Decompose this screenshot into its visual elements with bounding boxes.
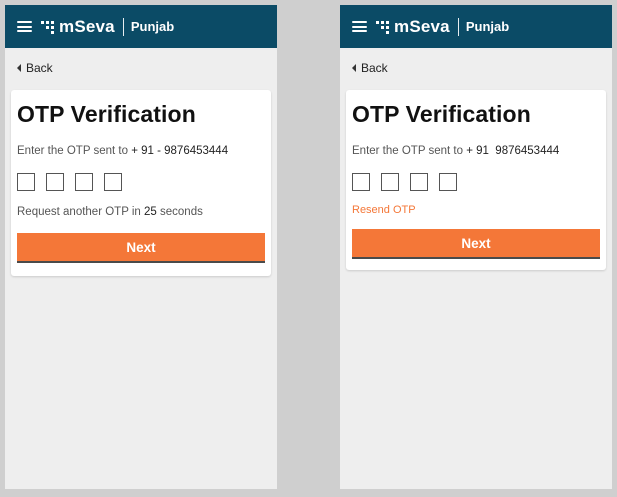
otp-sent-text: Enter the OTP sent to + 91 9876453444 — [352, 145, 559, 157]
otp-card: OTP Verification Enter the OTP sent to +… — [346, 90, 606, 270]
otp-digit-1[interactable] — [352, 173, 370, 191]
otp-input-group — [352, 173, 468, 191]
brand-name: mSeva — [59, 16, 115, 36]
countdown-seconds: 25 — [144, 206, 157, 218]
page-title: OTP Verification — [17, 101, 196, 127]
back-label: Back — [26, 61, 53, 75]
countdown-suffix: seconds — [160, 206, 203, 218]
phone-screen-resend: mSeva Punjab Back OTP Verification Enter… — [340, 5, 612, 489]
header-divider — [122, 17, 124, 36]
otp-digit-2[interactable] — [46, 173, 64, 191]
otp-digit-4[interactable] — [104, 173, 122, 191]
menu-icon[interactable] — [17, 21, 32, 32]
back-caret-icon — [352, 64, 356, 72]
otp-digit-1[interactable] — [17, 173, 35, 191]
app-header: mSeva Punjab — [340, 5, 612, 48]
otp-input-group — [17, 173, 133, 191]
menu-icon[interactable] — [352, 21, 367, 32]
back-label: Back — [361, 61, 388, 75]
back-link[interactable]: Back — [17, 60, 277, 76]
resend-otp-link[interactable]: Resend OTP — [352, 204, 416, 216]
brand-name: mSeva — [394, 16, 450, 36]
resend-countdown-text: Request another OTP in 25 seconds — [17, 206, 203, 218]
next-button[interactable]: Next — [352, 229, 600, 259]
next-button[interactable]: Next — [17, 233, 265, 263]
otp-sent-text: Enter the OTP sent to + 91 - 9876453444 — [17, 145, 228, 157]
back-link[interactable]: Back — [352, 60, 612, 76]
header-divider — [457, 17, 459, 36]
countdown-prefix: Request another OTP in — [17, 206, 141, 218]
back-caret-icon — [17, 64, 21, 72]
otp-sent-prefix: Enter the OTP sent to — [352, 145, 464, 157]
phone-screen-countdown: mSeva Punjab Back OTP Verification Enter… — [5, 5, 277, 489]
mseva-logo-icon — [375, 20, 391, 34]
otp-card: OTP Verification Enter the OTP sent to +… — [11, 90, 271, 276]
city-name: Punjab — [130, 19, 175, 34]
otp-digit-4[interactable] — [439, 173, 457, 191]
mseva-logo-icon — [40, 20, 56, 34]
otp-digit-3[interactable] — [75, 173, 93, 191]
city-name: Punjab — [465, 19, 510, 34]
phone-number: + 91 - 9876453444 — [131, 145, 229, 157]
app-header: mSeva Punjab — [5, 5, 277, 48]
page-title: OTP Verification — [352, 101, 531, 127]
otp-sent-prefix: Enter the OTP sent to — [17, 145, 129, 157]
otp-digit-3[interactable] — [410, 173, 428, 191]
otp-digit-2[interactable] — [381, 173, 399, 191]
phone-number: + 91 9876453444 — [466, 145, 560, 157]
